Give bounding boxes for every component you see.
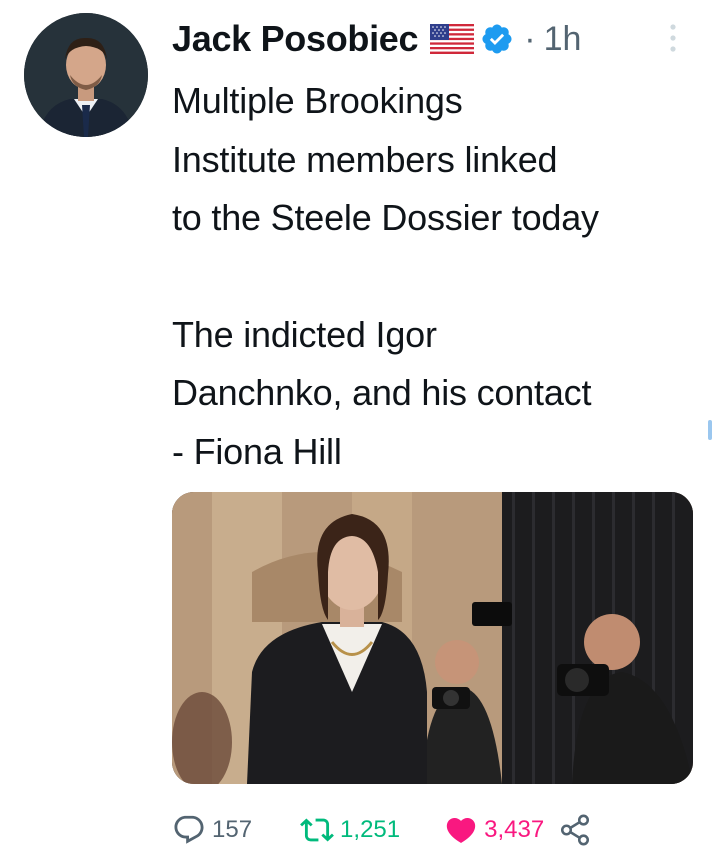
avatar-image — [24, 13, 148, 137]
tweet-line: The indicted Igor — [172, 313, 437, 355]
action-bar: 157 1,251 3,437 — [172, 808, 592, 852]
timestamp[interactable]: 1h — [544, 20, 582, 59]
tweet-photo[interactable] — [172, 492, 693, 784]
heart-icon — [446, 817, 476, 843]
tweet-line: Danchnko, and his contact — [172, 372, 592, 413]
retweet-button[interactable]: 1,251 — [300, 813, 400, 847]
tweet[interactable]: Jack Posobiec · 1h Multiple Brookings In… — [0, 0, 716, 862]
tweet-line: Multiple Brookings — [172, 80, 463, 121]
reply-count: 157 — [212, 816, 253, 843]
tweet-line: - Fiona Hill — [172, 430, 342, 472]
verified-badge-icon — [480, 22, 514, 56]
photo-image — [172, 492, 693, 784]
author-name[interactable]: Jack Posobiec — [172, 18, 419, 60]
reply-button[interactable]: 157 — [172, 813, 252, 847]
tweet-text: Multiple Brookings Institute members lin… — [172, 72, 712, 481]
retweet-icon — [300, 818, 334, 842]
like-count: 3,437 — [484, 816, 545, 843]
separator-dot: · — [524, 19, 536, 58]
share-icon — [561, 814, 590, 846]
share-button[interactable] — [558, 813, 592, 847]
us-flag-icon — [430, 24, 475, 54]
reply-icon — [174, 815, 204, 844]
retweet-count: 1,251 — [340, 816, 401, 843]
more-vertical-icon[interactable] — [666, 18, 680, 58]
scroll-indicator — [708, 420, 712, 440]
like-button[interactable]: 3,437 — [444, 813, 544, 847]
tweet-header: Jack Posobiec · 1h — [172, 14, 581, 64]
tweet-line: to the Steele Dossier today — [172, 197, 599, 238]
tweet-line: Institute members linked — [172, 138, 558, 180]
avatar[interactable] — [24, 13, 148, 137]
